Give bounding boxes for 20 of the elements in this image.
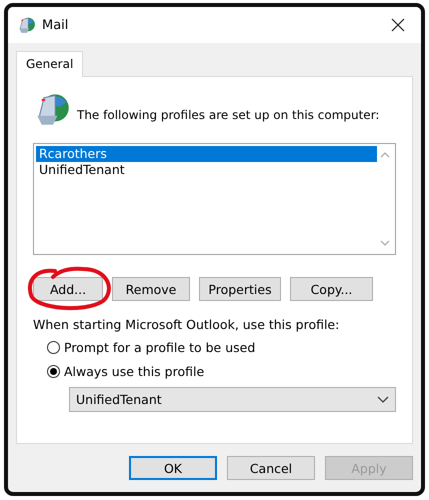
close-icon (391, 18, 405, 32)
profile-radio-option[interactable]: Prompt for a profile to be used (47, 340, 396, 355)
chevron-down-icon (377, 396, 389, 403)
profile-dropdown[interactable]: UnifiedTenant (69, 387, 396, 412)
profile-radio-option[interactable]: Always use this profile (47, 364, 396, 379)
profile-item[interactable]: UnifiedTenant (36, 162, 377, 178)
scroll-down-icon[interactable] (380, 240, 390, 246)
profile-action-button[interactable]: Copy... (290, 277, 373, 301)
tab[interactable]: General (16, 51, 84, 77)
profile-action-button[interactable]: Remove (112, 277, 190, 301)
profiles-heading: The following profiles are set up on this computer: (77, 108, 380, 122)
dialog-button[interactable]: OK (129, 456, 217, 480)
scroll-up-icon[interactable] (380, 152, 390, 158)
window-title: Mail (42, 18, 70, 32)
profile-action-button[interactable]: Add... (33, 277, 103, 301)
profile-item[interactable]: Rcarothers (36, 146, 377, 162)
profile-action-button[interactable]: Properties (199, 277, 281, 301)
dialog-button[interactable]: Cancel (227, 456, 315, 480)
startup-label: When starting Microsoft Outlook, use this profile: (33, 317, 340, 332)
mail-app-icon (18, 16, 36, 34)
